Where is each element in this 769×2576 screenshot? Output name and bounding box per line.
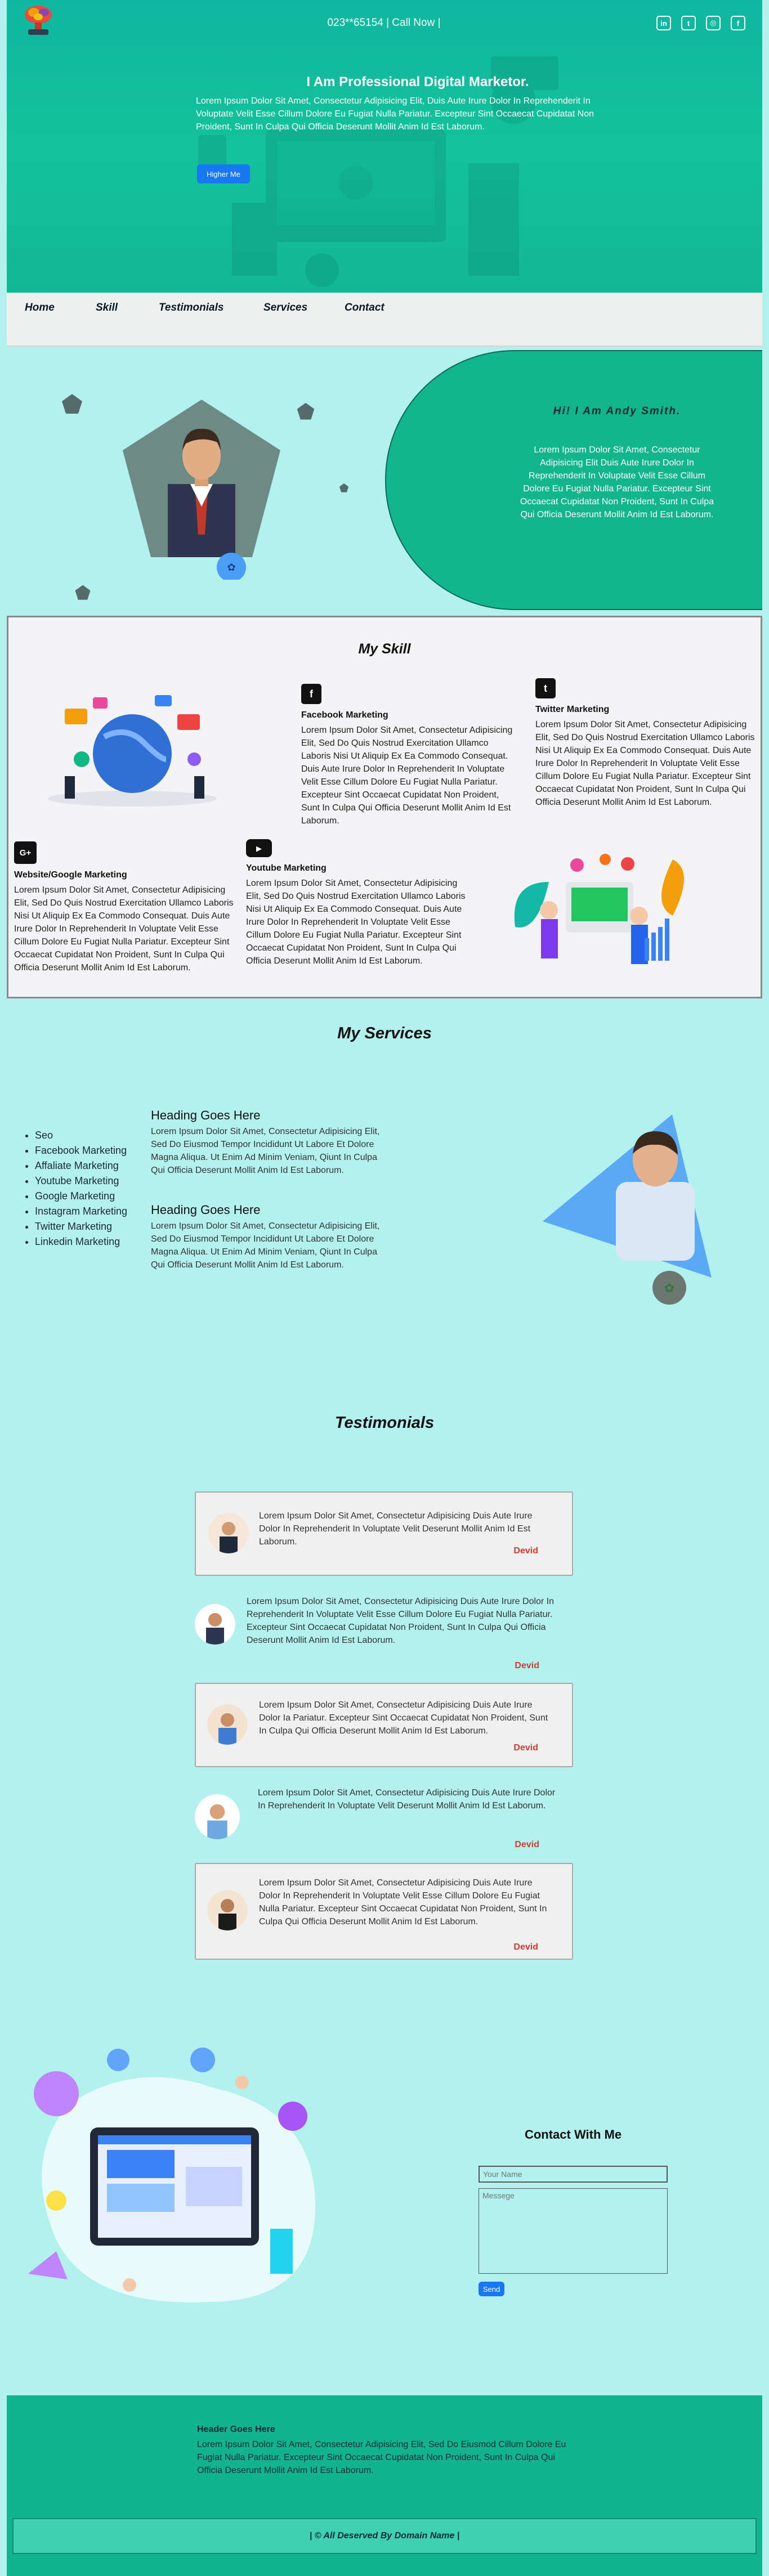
services-list: Seo Facebook Marketing Affaliate Marketi…: [23, 1128, 127, 1249]
footer-heading: Header Goes Here: [197, 2425, 275, 2434]
facebook-icon[interactable]: f: [731, 16, 745, 30]
service-heading: Heading Goes Here: [151, 1203, 261, 1217]
services-title: My Services: [337, 1024, 432, 1042]
profile-photo: ✿: [123, 400, 280, 580]
nav-skill[interactable]: Skill: [96, 302, 118, 314]
services-photo: ✿: [543, 1114, 712, 1305]
avatar: [195, 1604, 235, 1645]
avatar: [195, 1794, 240, 1839]
avatar: [207, 1704, 248, 1745]
decor-pentagon: [339, 483, 349, 492]
footer-text: Lorem Ipsum Dolor Sit Amet, Consectetur …: [197, 2440, 566, 2475]
skill-card-text: Lorem Ipsum Dolor Sit Amet, Consectetur …: [14, 885, 234, 973]
testimonial-author: Devid: [515, 1661, 539, 1670]
testimonial-author: Devid: [515, 1840, 539, 1849]
about-card: Hi! I Am Andy Smith. Lorem Ipsum Dolor S…: [385, 350, 762, 610]
skill-card-title: Youtube Marketing: [246, 863, 327, 873]
globe-marketing-illustration: [48, 695, 217, 807]
nav-testimonials[interactable]: Testimonials: [159, 302, 223, 314]
youtube-icon[interactable]: ▶: [246, 839, 272, 857]
list-item[interactable]: Affaliate Marketing: [35, 1158, 127, 1173]
skill-card-text: Lorem Ipsum Dolor Sit Amet, Consectetur …: [535, 720, 755, 807]
about-text: Lorem Ipsum Dolor Sit Amet, Consectetur …: [520, 445, 714, 519]
hero-illustration: [198, 56, 558, 287]
phone-call-now[interactable]: 023**65154 | Call Now |: [299, 17, 468, 29]
nav-home[interactable]: Home: [25, 302, 55, 314]
testimonial-card: Lorem Ipsum Dolor Sit Amet, Consectetur …: [195, 1863, 573, 1960]
skill-card-text: Lorem Ipsum Dolor Sit Amet, Consectetur …: [246, 879, 466, 966]
twitter-icon[interactable]: t: [535, 678, 556, 698]
contact-illustration: [28, 2048, 316, 2302]
svg-text:✿: ✿: [664, 1282, 674, 1296]
avatar: [208, 1513, 249, 1553]
list-item[interactable]: Youtube Marketing: [35, 1173, 127, 1189]
skill-card-facebook: f Facebook Marketing Lorem Ipsum Dolor S…: [301, 684, 515, 827]
list-item[interactable]: Facebook Marketing: [35, 1143, 127, 1158]
decor-pentagon: [62, 394, 82, 414]
testimonial-card: Lorem Ipsum Dolor Sit Amet, Consectetur …: [195, 1683, 573, 1767]
service-block: Heading Goes Here Lorem Ipsum Dolor Sit …: [151, 1109, 382, 1177]
skill-card-google: G+ Website/Google Marketing Lorem Ipsum …: [14, 841, 239, 974]
testimonial-author: Devid: [513, 1546, 538, 1556]
decor-pentagon: [75, 585, 91, 600]
instagram-icon[interactable]: ◎: [706, 16, 721, 30]
testimonial-text: Lorem Ipsum Dolor Sit Amet, Consectetur …: [259, 1700, 548, 1736]
testimonial-card: Lorem Ipsum Dolor Sit Amet, Consectetur …: [195, 1491, 573, 1576]
message-input[interactable]: [479, 2188, 668, 2274]
about-section: ✿ Hi! I Am Andy Smith. Lorem Ipsum Dolor…: [7, 348, 762, 612]
list-item[interactable]: Twitter Marketing: [35, 1219, 127, 1234]
service-block: Heading Goes Here Lorem Ipsum Dolor Sit …: [151, 1203, 382, 1271]
hero-banner: 023**65154 | Call Now | in t ◎ f I Am Pr…: [7, 0, 762, 293]
nav-services[interactable]: Services: [263, 302, 307, 314]
facebook-icon[interactable]: f: [301, 684, 321, 704]
copyright-bar: | © All Deserved By Domain Name |: [12, 2518, 757, 2554]
skill-card-title: Facebook Marketing: [301, 710, 388, 720]
linkedin-icon[interactable]: in: [656, 16, 671, 30]
service-heading: Heading Goes Here: [151, 1108, 261, 1122]
footer: Header Goes Here Lorem Ipsum Dolor Sit A…: [7, 2395, 762, 2576]
decor-pentagon: [297, 402, 315, 420]
nav-contact[interactable]: Contact: [345, 302, 384, 314]
contact-title: Contact With Me: [524, 2127, 622, 2142]
testimonial-text: Lorem Ipsum Dolor Sit Amet, Consectetur …: [258, 1788, 556, 1811]
skill-card-title: Website/Google Marketing: [14, 870, 127, 880]
social-media-team-illustration: [514, 854, 684, 964]
higher-me-button[interactable]: Higher Me: [197, 164, 250, 183]
skill-card-youtube: ▶ Youtube Marketing Lorem Ipsum Dolor Si…: [246, 839, 466, 967]
list-item[interactable]: Instagram Marketing: [35, 1204, 127, 1219]
twitter-icon[interactable]: t: [681, 16, 696, 30]
google-plus-icon[interactable]: G+: [14, 841, 37, 864]
list-item[interactable]: Linkedin Marketing: [35, 1234, 127, 1249]
service-text: Lorem Ipsum Dolor Sit Amet, Consectetur …: [151, 1221, 380, 1270]
social-links: in t ◎ f: [656, 16, 745, 30]
skill-card-title: Twitter Marketing: [535, 705, 610, 714]
testimonial-text: Lorem Ipsum Dolor Sit Amet, Consectetur …: [259, 1511, 533, 1547]
brain-logo-icon[interactable]: [20, 3, 56, 37]
testimonial-card: Lorem Ipsum Dolor Sit Amet, Consectetur …: [195, 1784, 573, 1857]
service-text: Lorem Ipsum Dolor Sit Amet, Consectetur …: [151, 1127, 380, 1175]
about-name: Hi! I Am Andy Smith.: [553, 405, 681, 417]
svg-text:✿: ✿: [227, 562, 235, 574]
name-input[interactable]: [479, 2166, 668, 2183]
skill-section: My Skill f Facebook Marketing Lorem Ipsu…: [7, 616, 762, 998]
skill-title: My Skill: [358, 641, 411, 657]
skill-card-text: Lorem Ipsum Dolor Sit Amet, Consectetur …: [301, 725, 513, 826]
send-button[interactable]: Send: [479, 2282, 504, 2296]
main-nav: Home Skill Testimonials Services Contact: [7, 293, 762, 347]
testimonial-text: Lorem Ipsum Dolor Sit Amet, Consectetur …: [259, 1878, 547, 1927]
list-item[interactable]: Google Marketing: [35, 1189, 127, 1204]
hero-description: Lorem Ipsum Dolor Sit Amet, Consectetur …: [196, 96, 594, 132]
hero-title: I Am Professional Digital Marketor.: [306, 74, 529, 89]
testimonial-text: Lorem Ipsum Dolor Sit Amet, Consectetur …: [247, 1597, 555, 1645]
skill-card-twitter: t Twitter Marketing Lorem Ipsum Dolor Si…: [535, 678, 755, 809]
testimonials-title: Testimonials: [334, 1414, 435, 1432]
list-item[interactable]: Seo: [35, 1128, 127, 1143]
testimonial-author: Devid: [513, 1743, 538, 1753]
avatar: [207, 1890, 248, 1930]
testimonial-author: Devid: [513, 1942, 538, 1952]
testimonial-card: Lorem Ipsum Dolor Sit Amet, Consectetur …: [195, 1593, 573, 1672]
